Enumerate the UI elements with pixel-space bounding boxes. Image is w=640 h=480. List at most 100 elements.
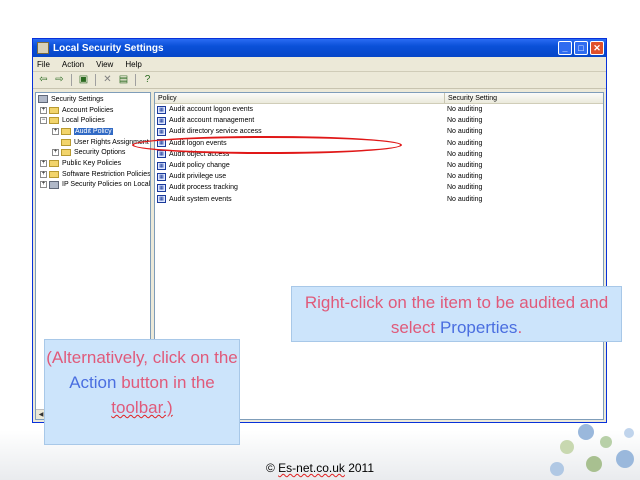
list-header: Policy Security Setting: [155, 93, 603, 104]
policy-setting: No auditing: [447, 150, 483, 158]
expand-plus-icon[interactable]: +: [40, 106, 47, 114]
policy-name: Audit account logon events: [169, 106, 254, 114]
back-arrow-icon[interactable]: ⇦: [37, 74, 50, 86]
policy-setting: No auditing: [447, 106, 483, 114]
tree-item-ip-security[interactable]: + IP Security Policies on Local: [36, 180, 150, 191]
window-title: Local Security Settings: [53, 42, 164, 54]
toolbar-separator: [135, 74, 136, 86]
folder-open-icon: [61, 127, 71, 135]
policy-setting: No auditing: [447, 184, 483, 192]
policy-icon: ▦: [157, 116, 166, 125]
expand-plus-icon[interactable]: +: [52, 127, 59, 135]
policy-name: Audit directory service access: [169, 128, 262, 136]
callout-text-toolbar: toolbar.): [111, 398, 173, 417]
tree-label: Software Restriction Policies: [62, 170, 151, 178]
properties-icon[interactable]: ▤: [117, 74, 130, 86]
folder-open-icon: [49, 117, 59, 125]
column-header-security-setting[interactable]: Security Setting: [445, 93, 603, 103]
expand-plus-icon[interactable]: +: [52, 149, 59, 157]
callout-highlight-properties: Properties: [439, 318, 518, 337]
list-item[interactable]: ▦ Audit account logon events No auditing: [155, 104, 603, 115]
policy-icon: ▦: [157, 161, 166, 170]
callout-highlight-action: Action: [69, 373, 117, 392]
toolbar-separator: [95, 74, 96, 86]
up-folder-icon[interactable]: ▣: [77, 74, 90, 86]
tree-label: Public Key Policies: [62, 159, 122, 167]
list-item[interactable]: ▦ Audit privilege use No auditing: [155, 171, 603, 182]
collapse-minus-icon[interactable]: −: [40, 117, 47, 125]
bubble-shape: [600, 436, 612, 448]
list-item[interactable]: ▦ Audit account management No auditing: [155, 115, 603, 126]
policy-setting: No auditing: [447, 162, 483, 170]
policy-setting: No auditing: [447, 117, 483, 125]
list-item[interactable]: ▦ Audit system events No auditing: [155, 194, 603, 205]
title-bar[interactable]: Local Security Settings _ □ ✕: [33, 39, 606, 57]
policy-name: Audit policy change: [169, 162, 230, 170]
tree-item-public-key[interactable]: + Public Key Policies: [36, 158, 150, 169]
callout-right-click-instruction: Right-click on the item to be audited an…: [291, 286, 622, 342]
tree-label: Security Options: [74, 149, 126, 157]
tree-label: Security Settings: [51, 95, 104, 103]
footer-year: 2011: [344, 461, 375, 475]
menu-action[interactable]: Action: [62, 60, 84, 69]
callout-action-instruction: (Alternatively, click on the Action butt…: [44, 339, 240, 445]
tree-item-security-options[interactable]: + Security Options: [36, 147, 150, 158]
tree-label-selected: Audit Policy: [74, 127, 113, 135]
menu-file[interactable]: File: [37, 60, 50, 69]
forward-arrow-icon[interactable]: ⇨: [53, 74, 66, 86]
policy-icon: ▦: [157, 127, 166, 136]
tree-item-account-policies[interactable]: + Account Policies: [36, 105, 150, 116]
minimize-icon[interactable]: _: [558, 41, 572, 55]
policy-setting: No auditing: [447, 139, 483, 147]
callout-text: button in the: [116, 373, 215, 392]
policy-setting: No auditing: [447, 128, 483, 136]
ip-security-icon: [49, 180, 59, 189]
policy-setting: No auditing: [447, 195, 483, 203]
folder-icon: [49, 170, 59, 178]
help-icon[interactable]: ?: [141, 74, 154, 86]
expand-plus-icon[interactable]: +: [40, 170, 47, 178]
footer-prefix: ©: [265, 461, 279, 475]
menu-help[interactable]: Help: [125, 60, 141, 69]
tree-item-software-restriction[interactable]: + Software Restriction Policies: [36, 169, 150, 180]
column-header-policy[interactable]: Policy: [155, 93, 445, 103]
highlight-ellipse: [132, 136, 402, 154]
maximize-icon[interactable]: □: [574, 41, 588, 55]
tree-item-local-policies[interactable]: − Local Policies: [36, 115, 150, 126]
policy-name: Audit process tracking: [169, 184, 238, 192]
footer-brand: Es-net.co.uk: [278, 461, 345, 475]
policy-icon: ▦: [157, 195, 166, 204]
list-item[interactable]: ▦ Audit process tracking No auditing: [155, 182, 603, 193]
policy-icon: ▦: [157, 105, 166, 114]
tree-label: Local Policies: [62, 117, 105, 125]
tree-item-audit-policy[interactable]: + Audit Policy: [36, 126, 150, 137]
delete-icon[interactable]: ✕: [101, 74, 114, 86]
policy-name: Audit account management: [169, 117, 255, 125]
menu-view[interactable]: View: [96, 60, 113, 69]
callout-text: (Alternatively, click on the: [46, 348, 238, 367]
toolbar: ⇦ ⇨ ▣ ✕ ▤ ?: [33, 72, 606, 89]
tree-label: IP Security Policies on Local: [62, 181, 151, 189]
app-icon: [37, 42, 49, 54]
close-icon[interactable]: ✕: [590, 41, 604, 55]
bubble-shape: [578, 424, 594, 440]
copyright-footer: © Es-net.co.uk 2011: [0, 461, 640, 475]
bubble-shape: [624, 428, 634, 438]
folder-icon: [49, 106, 59, 114]
folder-icon: [61, 138, 71, 146]
toolbar-separator: [71, 74, 72, 86]
expand-plus-icon[interactable]: +: [40, 159, 47, 167]
tree-label: Account Policies: [62, 106, 114, 114]
security-settings-icon: [38, 95, 48, 104]
expand-plus-icon[interactable]: +: [40, 181, 47, 189]
policy-setting: No auditing: [447, 173, 483, 181]
list-item[interactable]: ▦ Audit policy change No auditing: [155, 160, 603, 171]
menu-bar: File Action View Help: [33, 57, 606, 72]
policy-icon: ▦: [157, 183, 166, 192]
folder-icon: [61, 149, 71, 157]
tree-item-security-settings[interactable]: Security Settings: [36, 94, 150, 105]
callout-text: .: [517, 318, 523, 337]
policy-name: Audit privilege use: [169, 173, 227, 181]
folder-icon: [49, 159, 59, 167]
